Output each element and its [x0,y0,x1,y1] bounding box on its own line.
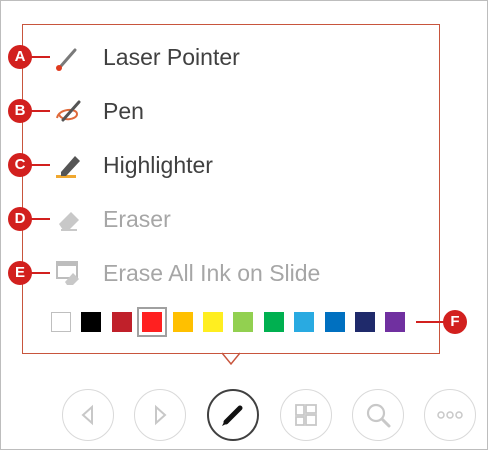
color-swatch[interactable] [294,312,314,332]
color-swatch[interactable] [173,312,193,332]
menu-item-pen[interactable]: Pen [30,91,360,131]
callout-c: C [8,153,32,177]
color-swatch[interactable] [385,312,405,332]
color-swatch[interactable] [233,312,253,332]
color-swatch[interactable] [51,312,71,332]
previous-icon [81,404,93,426]
erase-all-icon [56,261,79,285]
next-icon [155,404,167,426]
callout-d: D [8,207,32,231]
menu-item-label: Highlighter [103,151,213,178]
callout-line [30,272,50,274]
menu-item-highlighter[interactable]: Highlighter [30,145,360,185]
more-options-button[interactable] [424,389,476,441]
menu-item-label: Laser Pointer [103,43,240,70]
callout-line [416,321,446,323]
callout-a: A [8,45,32,69]
menu-item-label: Erase All Ink on Slide [103,259,321,286]
callout-b: B [8,99,32,123]
popup-pointer [222,352,240,366]
menu-item-erase-all-ink[interactable]: Erase All Ink on Slide [30,253,360,293]
callout-e: E [8,261,32,285]
color-swatch[interactable] [325,312,345,332]
color-swatch[interactable] [137,307,167,337]
zoom-button[interactable] [352,389,404,441]
previous-slide-button[interactable] [62,389,114,441]
next-slide-button[interactable] [134,389,186,441]
callout-line [30,110,50,112]
see-all-slides-button[interactable] [280,389,332,441]
pen-icon [56,100,81,122]
color-swatch[interactable] [112,312,132,332]
pen-tools-icon [222,405,243,426]
callout-line [30,56,50,58]
callout-line [30,164,50,166]
menu-item-label: Pen [103,97,144,124]
zoom-icon [366,403,391,428]
pen-tools-button[interactable] [207,389,259,441]
color-swatch[interactable] [81,312,101,332]
callout-f: F [443,310,467,334]
see-all-slides-icon [295,404,317,426]
callout-line [30,218,50,220]
color-swatch[interactable] [203,312,223,332]
menu-item-label: Eraser [103,205,171,232]
color-swatch[interactable] [355,312,375,332]
eraser-icon [59,212,79,231]
menu-item-laser-pointer[interactable]: Laser Pointer [30,37,360,77]
more-options-icon [437,411,463,419]
laser-pointer-icon [56,48,77,71]
highlighter-icon [56,156,80,178]
menu-item-eraser[interactable]: Eraser [30,199,360,239]
color-swatch[interactable] [264,312,284,332]
